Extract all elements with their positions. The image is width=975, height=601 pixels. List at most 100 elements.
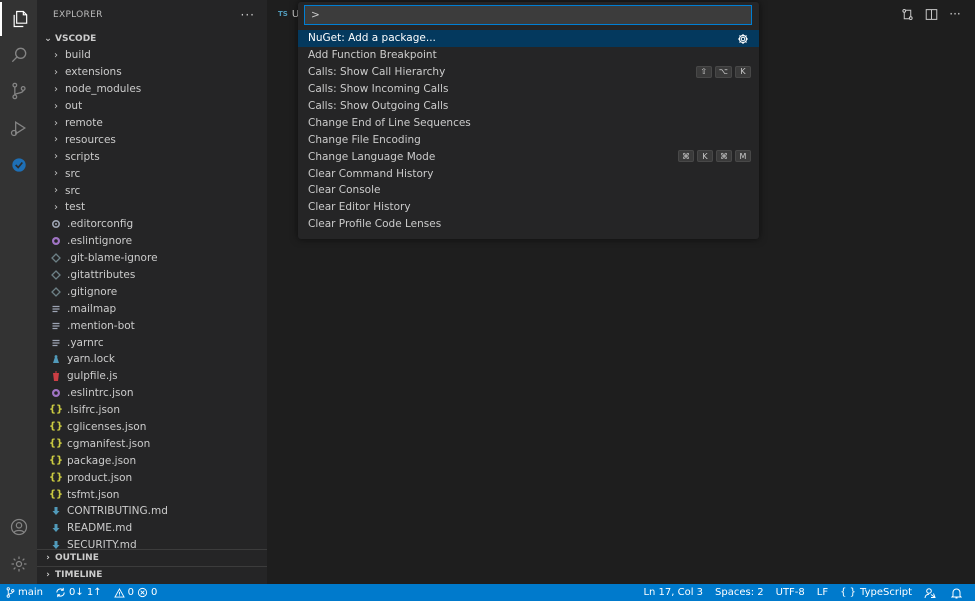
split-editor-icon[interactable]: [923, 6, 939, 22]
more-actions-icon[interactable]: ···: [947, 6, 963, 22]
file-item[interactable]: .eslintrc.json: [37, 385, 267, 402]
command-item[interactable]: Change Language Mode ⌘ K ⌘ M: [298, 148, 759, 165]
folder-item[interactable]: › node_modules: [37, 81, 267, 98]
tree-item-label: yarn.lock: [67, 353, 115, 366]
file-item[interactable]: .eslintignore: [37, 233, 267, 250]
tree-item-label: cglicenses.json: [67, 421, 147, 434]
file-tree: › build › extensions › node_modules › out › remot…: [37, 47, 267, 554]
notifications-bell-icon[interactable]: [945, 584, 971, 601]
tree-item-label: .gitattributes: [67, 269, 136, 282]
account-icon[interactable]: [0, 510, 37, 544]
file-item[interactable]: .yarnrc: [37, 334, 267, 351]
file-item[interactable]: yarn.lock: [37, 351, 267, 368]
command-item[interactable]: Clear Console: [298, 182, 759, 199]
explorer-icon[interactable]: [0, 2, 37, 36]
chevron-right-icon: ›: [54, 117, 58, 129]
problems-indicator[interactable]: 0 0: [108, 584, 164, 601]
keybinding-key: ⌘: [678, 150, 694, 163]
tree-item-label: resources: [65, 133, 116, 146]
braces-icon: { }: [840, 587, 857, 598]
file-item[interactable]: .gitattributes: [37, 267, 267, 284]
file-item[interactable]: gulpfile.js: [37, 368, 267, 385]
file-item[interactable]: .git-blame-ignore: [37, 250, 267, 267]
cursor-position[interactable]: Ln 17, Col 3: [637, 584, 709, 601]
workspace-root-header[interactable]: ⌄ VSCODE: [37, 30, 267, 47]
end-of-line[interactable]: LF: [811, 584, 834, 601]
command-item[interactable]: Add Function Breakpoint: [298, 47, 759, 64]
remote-explorer-icon[interactable]: [0, 148, 37, 182]
tree-item-label: remote: [65, 117, 103, 129]
more-actions-icon[interactable]: ···: [241, 8, 255, 22]
lines-file-icon: [49, 304, 63, 314]
file-item[interactable]: CONTRIBUTING.md: [37, 503, 267, 520]
command-item[interactable]: Calls: Show Outgoing Calls: [298, 98, 759, 115]
explorer-header: EXPLORER ···: [37, 0, 267, 30]
command-palette-input[interactable]: >: [304, 5, 752, 25]
warning-count: 0: [127, 587, 135, 598]
folder-item[interactable]: › src: [37, 182, 267, 199]
live-share-icon[interactable]: [918, 584, 945, 601]
command-item[interactable]: Change File Encoding: [298, 131, 759, 148]
search-icon[interactable]: [0, 38, 37, 72]
command-item[interactable]: Clear Profile Code Lenses: [298, 216, 759, 233]
workspace-root-label: VSCODE: [55, 33, 97, 44]
command-label: Add Function Breakpoint: [308, 49, 437, 62]
command-item[interactable]: Clear Command History: [298, 165, 759, 182]
command-label: Change Language Mode: [308, 150, 436, 163]
folder-item[interactable]: › scripts: [37, 148, 267, 165]
file-item[interactable]: .mention-bot: [37, 317, 267, 334]
open-changes-icon[interactable]: [899, 6, 915, 22]
json-file-icon: {}: [48, 437, 64, 449]
language-mode[interactable]: { } TypeScript: [834, 584, 918, 601]
file-item[interactable]: {} cgmanifest.json: [37, 435, 267, 452]
file-item[interactable]: {} .lsifrc.json: [37, 402, 267, 419]
file-item[interactable]: {} cglicenses.json: [37, 419, 267, 436]
folder-item[interactable]: › remote: [37, 115, 267, 132]
file-item[interactable]: .mailmap: [37, 300, 267, 317]
tree-item-label: .eslintignore: [67, 235, 133, 248]
tree-item-label: .lsifrc.json: [67, 404, 121, 417]
file-item[interactable]: {} tsfmt.json: [37, 486, 267, 503]
command-item[interactable]: Calls: Show Call Hierarchy ⇧ ⌥ K: [298, 64, 759, 81]
branch-indicator[interactable]: main: [0, 584, 49, 601]
sync-indicator[interactable]: 0↓ 1↑: [49, 584, 108, 601]
timeline-section-header[interactable]: › TIMELINE: [37, 566, 267, 583]
diamond-file-icon: [49, 286, 63, 297]
folder-item[interactable]: › src: [37, 165, 267, 182]
file-item[interactable]: .editorconfig: [37, 216, 267, 233]
settings-gear-icon[interactable]: [0, 547, 37, 581]
file-item[interactable]: README.md: [37, 520, 267, 537]
command-item[interactable]: NuGet: Add a package...: [298, 30, 759, 47]
tree-item-label: .git-blame-ignore: [67, 252, 158, 265]
tree-item-label: .mention-bot: [67, 319, 135, 332]
folder-item[interactable]: › out: [37, 98, 267, 115]
tree-item-label: tsfmt.json: [67, 488, 120, 501]
folder-item[interactable]: › test: [37, 199, 267, 216]
file-item[interactable]: .gitignore: [37, 283, 267, 300]
configure-keybinding-gear-icon[interactable]: [736, 32, 749, 45]
outline-section-header[interactable]: › OUTLINE: [37, 549, 267, 566]
run-debug-icon[interactable]: [0, 111, 37, 145]
tree-item-label: src: [65, 167, 81, 180]
indentation[interactable]: Spaces: 2: [709, 584, 770, 601]
source-control-icon[interactable]: [0, 74, 37, 108]
folder-item[interactable]: › extensions: [37, 64, 267, 81]
file-item[interactable]: {} package.json: [37, 452, 267, 469]
command-item[interactable]: Calls: Show Incoming Calls: [298, 81, 759, 98]
file-item[interactable]: {} product.json: [37, 469, 267, 486]
keybinding-key: ⇧: [695, 65, 712, 78]
outline-label: OUTLINE: [55, 553, 99, 563]
command-item[interactable]: Clear Editor History: [298, 199, 759, 216]
tree-item-label: build: [65, 49, 91, 62]
command-label: Clear Console: [308, 184, 381, 197]
json-file-icon: {}: [48, 404, 64, 416]
chevron-right-icon: ›: [54, 134, 58, 146]
file-encoding[interactable]: UTF-8: [770, 584, 811, 601]
command-label: NuGet: Add a package...: [308, 32, 436, 45]
folder-item[interactable]: › build: [37, 47, 267, 64]
keybinding: ⌘ K ⌘ M: [678, 150, 751, 163]
command-label: Clear Profile Code Lenses: [308, 218, 442, 231]
command-item[interactable]: Change End of Line Sequences: [298, 114, 759, 131]
tree-item-label: test: [65, 201, 86, 214]
folder-item[interactable]: › resources: [37, 131, 267, 148]
